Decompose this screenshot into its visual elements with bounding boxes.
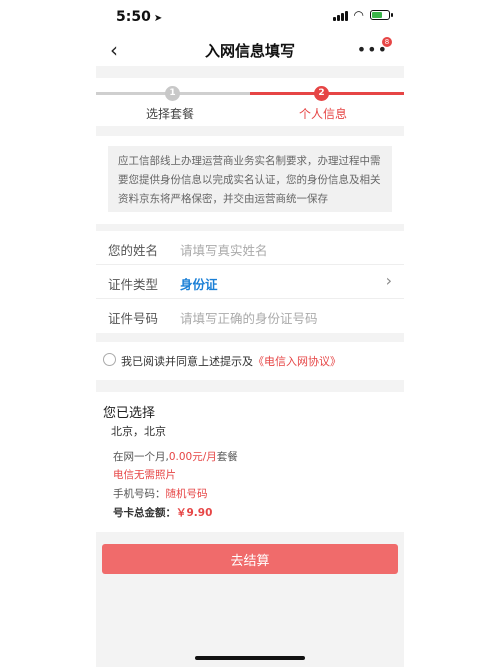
status-bar: 5:50 ➤ ◠: [96, 0, 404, 34]
personal-info-form: 您的姓名 请填写真实姓名 证件类型 身份证 › 证件号码 请填写正确的身份证号码: [96, 231, 404, 333]
step-2-label: 个人信息: [299, 107, 348, 121]
step-1-label: 选择套餐: [146, 107, 195, 121]
progress-steps: 1 2 选择套餐 个人信息: [96, 78, 404, 126]
agree-checkbox[interactable]: [103, 353, 116, 366]
total-line: 号卡总金额：￥9.90: [113, 507, 213, 519]
name-input[interactable]: 请填写真实姓名: [180, 240, 268, 259]
name-label: 您的姓名: [108, 243, 159, 258]
order-summary: 您已选择 北京，北京 在网一个月,0.00元/月套餐 电信无需照片 手机号码：随…: [96, 392, 404, 532]
location-arrow-icon: ➤: [153, 13, 163, 24]
id-type-label: 证件类型: [108, 277, 159, 292]
id-number-label: 证件号码: [108, 311, 159, 326]
battery-icon: [370, 10, 393, 20]
wifi-icon: ◠: [353, 8, 364, 22]
step-1-dot: 1: [165, 86, 180, 101]
status-icons: ◠: [332, 8, 393, 22]
notification-badge: 8: [382, 37, 392, 47]
id-type-select[interactable]: 身份证: [180, 274, 218, 293]
agreement-link[interactable]: 《电信入网协议》: [253, 355, 341, 368]
id-type-row[interactable]: 证件类型 身份证 ›: [96, 265, 404, 299]
notice-section: 应工信部线上办理运营商业务实名制要求，办理过程中需要您提供身份信息以完成实名认证…: [96, 136, 404, 224]
id-number-row[interactable]: 证件号码 请填写正确的身份证号码: [96, 299, 404, 333]
checkout-button[interactable]: 去结算: [102, 544, 398, 574]
step-2-dot: 2: [314, 86, 329, 101]
summary-title: 您已选择: [103, 406, 156, 421]
name-row[interactable]: 您的姓名 请填写真实姓名: [96, 231, 404, 265]
summary-city: 北京，北京: [111, 425, 166, 438]
agreement-text: 我已阅读并同意上述提示及《电信入网协议》: [121, 355, 341, 368]
chevron-right-icon: ›: [385, 271, 392, 290]
status-time: 5:50 ➤: [116, 9, 163, 25]
plan-line: 在网一个月,0.00元/月套餐: [113, 451, 238, 463]
bottom-area: 去结算: [96, 538, 404, 667]
signal-icon: [332, 10, 348, 21]
home-indicator: [195, 656, 305, 660]
id-number-input[interactable]: 请填写正确的身份证号码: [180, 308, 318, 327]
photo-line: 电信无需照片: [113, 469, 176, 481]
realname-notice: 应工信部线上办理运营商业务实名制要求，办理过程中需要您提供身份信息以完成实名认证…: [108, 146, 392, 212]
phone-screen: 5:50 ➤ ◠ ‹ 入网信息填写 ••• 8 1 2 选择套餐 个人信息 应工信…: [96, 0, 404, 667]
agreement-row: 我已阅读并同意上述提示及《电信入网协议》: [96, 342, 404, 380]
nav-bar: ‹ 入网信息填写 ••• 8: [96, 34, 404, 66]
phone-line: 手机号码：随机号码: [113, 488, 208, 500]
